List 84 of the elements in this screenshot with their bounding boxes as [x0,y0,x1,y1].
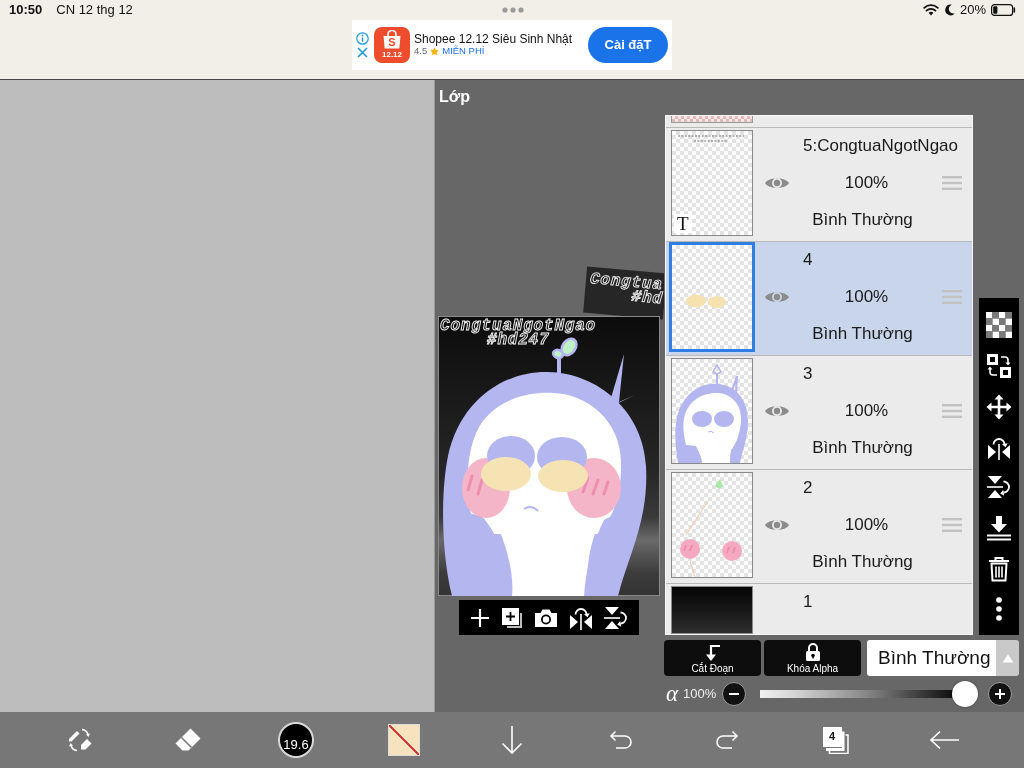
move-icon[interactable] [986,394,1012,421]
close-icon[interactable] [356,47,368,58]
drag-handle-icon[interactable] [942,290,962,304]
download-arrow-icon[interactable] [500,725,524,755]
shopping-bag-icon [382,30,402,49]
blend-mode-toggle[interactable] [996,640,1019,676]
app-rating: 4.5 [414,46,428,58]
drag-handle-icon[interactable] [942,404,962,418]
layer-opacity: 100% [844,514,889,537]
canvas-text: CongtuaNgotNgao [440,319,597,333]
eye-icon[interactable] [764,289,790,305]
add-layer-icon[interactable] [501,606,524,629]
panel-title: Lớp [439,87,470,106]
more-options-icon[interactable] [996,597,1002,622]
layer-name: 2 [802,477,813,500]
text-layer-marker: T [674,214,692,233]
opacity-reading: 100% [683,684,717,703]
battery-icon [991,4,1016,16]
multitasking-dots-icon[interactable] [501,7,524,13]
redo-icon[interactable] [715,730,741,750]
padlock-icon [804,643,821,661]
flip-horizontal-icon[interactable] [568,605,593,630]
plus-icon [994,687,1007,700]
layer-blend-mode: Bình Thường [812,323,913,346]
layer-name: 4 [802,249,813,272]
layer-name: 3 [802,363,813,386]
alpha-symbol: α [666,681,679,706]
battery-percentage: 20% [959,2,986,18]
brush-size-button[interactable]: 19.6 [278,722,314,758]
flip-vertical-icon[interactable] [987,475,1011,500]
eye-icon[interactable] [764,403,790,419]
install-button[interactable]: Cài đặT [588,27,668,63]
eye-icon[interactable] [764,517,790,533]
increase-opacity-button[interactable] [988,681,1013,706]
canvas-text: #hd247 [487,333,550,347]
layer-opacity: 100% [844,172,889,195]
tiny-text-drawing [677,135,745,142]
slider-thumb[interactable] [952,680,979,707]
layer-row[interactable]: 4 100% Bình Thường [666,242,972,356]
ad-title: Shopee 12.12 Siêu Sinh Nhật [414,32,573,47]
flip-vertical-icon[interactable] [603,605,628,630]
layer-name: 5:CongtuaNgotNgao [802,135,958,158]
wifi-icon [922,4,939,16]
decrease-opacity-button[interactable] [722,681,747,706]
star-icon [430,47,440,57]
blend-mode-dropdown[interactable]: Bình Thường [867,640,996,676]
eraser-icon[interactable] [173,727,203,753]
back-arrow-icon[interactable] [929,730,959,750]
drag-handle-icon[interactable] [942,518,962,532]
drag-handle-icon[interactable] [942,176,962,190]
app-icon-label: 12.12 [382,50,402,59]
moon-icon [943,4,955,16]
canvas-text: #hd [631,289,664,307]
layer-blend-mode: Bình Thường [812,551,913,574]
flip-horizontal-icon[interactable] [987,435,1011,460]
tool-swap-icon[interactable] [66,726,94,754]
info-icon[interactable] [355,32,369,45]
status-date: CN 12 thg 12 [56,2,133,18]
triangle-up-icon [1001,653,1014,663]
transparency-icon[interactable] [986,311,1012,338]
layer-row[interactable]: 2 100% Bình Thường [666,470,972,584]
layer-blend-mode: Bình Thường [812,209,913,232]
clipping-button[interactable]: Cắt Đoạn [664,640,761,676]
add-icon[interactable] [470,607,491,628]
ad-banner[interactable]: S 12.12 Shopee 12.12 Siêu Sinh Nhật 4.5 MIỄN PHÍ Cài đặT [352,20,672,70]
layers-button[interactable]: 4 [822,726,850,754]
camera-icon[interactable] [534,607,558,628]
app-price: MIỄN PHÍ [442,46,485,58]
color-swatch[interactable] [388,724,420,756]
eye-icon[interactable] [764,175,790,191]
layer-opacity: 100% [844,286,889,309]
layer-row[interactable]: 3 100% Bình Thường [666,356,972,470]
alpha-lock-button[interactable]: Khóa Alpha [764,640,861,676]
app-icon-letter: S [388,36,396,48]
trash-icon[interactable] [988,555,1010,582]
status-time: 10:50 [9,2,43,18]
layer-stack-icon [822,726,850,754]
layer-name: 1 [802,591,813,614]
layer-blend-mode: Bình Thường [812,437,913,460]
merge-down-icon[interactable] [986,514,1012,541]
layer-row[interactable]: T 5:CongtuaNgotNgao 100% Bình Thường [666,128,972,242]
layer-opacity: 100% [844,400,889,423]
swap-layers-icon[interactable] [986,353,1012,380]
undo-icon[interactable] [607,730,633,750]
